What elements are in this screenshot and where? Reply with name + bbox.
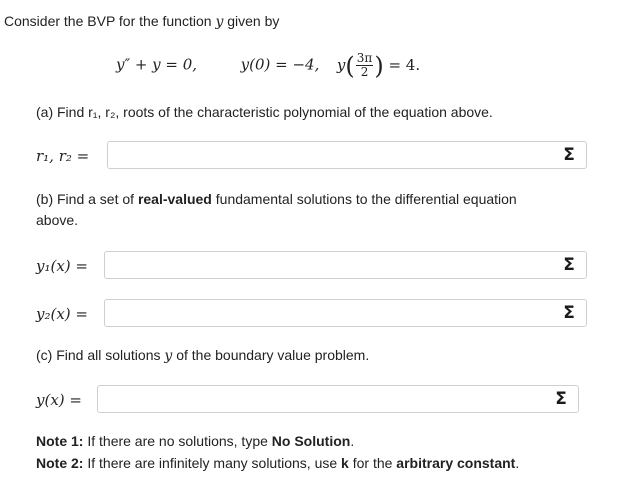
intro-tail: given by	[227, 13, 280, 29]
note-1-keyword: No Solution	[271, 433, 351, 449]
note-2: Note 2: If there are infinitely many sol…	[36, 455, 519, 471]
boundary-condition-1: y(0) = −4,	[240, 55, 320, 74]
bvp-equation: y″ + y = 0, y(0) = −4, y(3π 2) = 4.	[116, 52, 420, 79]
intro-text: Consider the BVP for the function	[4, 13, 212, 29]
solution-input[interactable]	[98, 386, 558, 412]
note-1: Note 1: If there are no solutions, type …	[36, 433, 354, 449]
part-c-question: (c) Find all solutions y of the boundary…	[36, 347, 369, 364]
part-b-text-post: fundamental solutions to the differentia…	[211, 191, 517, 207]
part-a-label: r₁, r₂ =	[36, 147, 90, 165]
y1-answer-field[interactable]: Σ	[104, 251, 587, 279]
sigma-icon[interactable]: Σ	[558, 255, 580, 275]
sigma-icon[interactable]: Σ	[558, 303, 580, 323]
part-a-question: (a) Find r₁, r₂, roots of the characteri…	[36, 104, 493, 120]
part-b-question: (b) Find a set of real-valued fundamenta…	[36, 191, 517, 207]
note-2-label: Note 2:	[36, 455, 84, 471]
note-2-keyword-constant: arbitrary constant	[396, 455, 516, 471]
note-2-keyword-k: k	[341, 455, 349, 471]
intro-var: y	[215, 14, 224, 30]
y2-answer-field[interactable]: Σ	[104, 299, 587, 327]
part-b-text-bold: real-valued	[137, 191, 212, 207]
part-b-question-line2: above.	[36, 212, 79, 228]
note-2-mid: for the	[348, 455, 397, 471]
y1-input[interactable]	[105, 252, 566, 278]
sigma-icon[interactable]: Σ	[558, 145, 580, 165]
note-1-end: .	[350, 433, 355, 449]
note-2-text: If there are infinitely many solutions, …	[83, 455, 342, 471]
ode: y″ + y = 0,	[116, 55, 198, 74]
bc2-denominator: 2	[360, 65, 369, 79]
y1-label: y₁(x) =	[36, 257, 88, 275]
note-1-text: If there are no solutions, type	[83, 433, 272, 449]
bc2-fraction: 3π 2	[355, 51, 374, 79]
y2-input[interactable]	[105, 300, 566, 326]
note-2-end: .	[515, 455, 520, 471]
roots-input[interactable]	[108, 142, 566, 168]
problem-intro: Consider the BVP for the function y give…	[4, 13, 279, 30]
y2-label: y₂(x) =	[36, 305, 88, 323]
roots-answer-field[interactable]: Σ	[107, 141, 587, 169]
boundary-condition-2: y(3π 2) = 4.	[336, 51, 421, 80]
bc2-value: = 4.	[388, 55, 421, 74]
bc2-numerator: 3π	[355, 51, 374, 66]
sigma-icon[interactable]: Σ	[550, 389, 572, 409]
part-b-text-pre: (b) Find a set of	[36, 191, 138, 207]
part-c-text-pre: (c) Find all solutions	[36, 347, 165, 363]
general-solution-field[interactable]: Σ	[97, 385, 579, 413]
yx-label: y(x) =	[36, 391, 82, 409]
note-1-label: Note 1:	[36, 433, 84, 449]
part-c-text-post: of the boundary value problem.	[172, 347, 370, 363]
